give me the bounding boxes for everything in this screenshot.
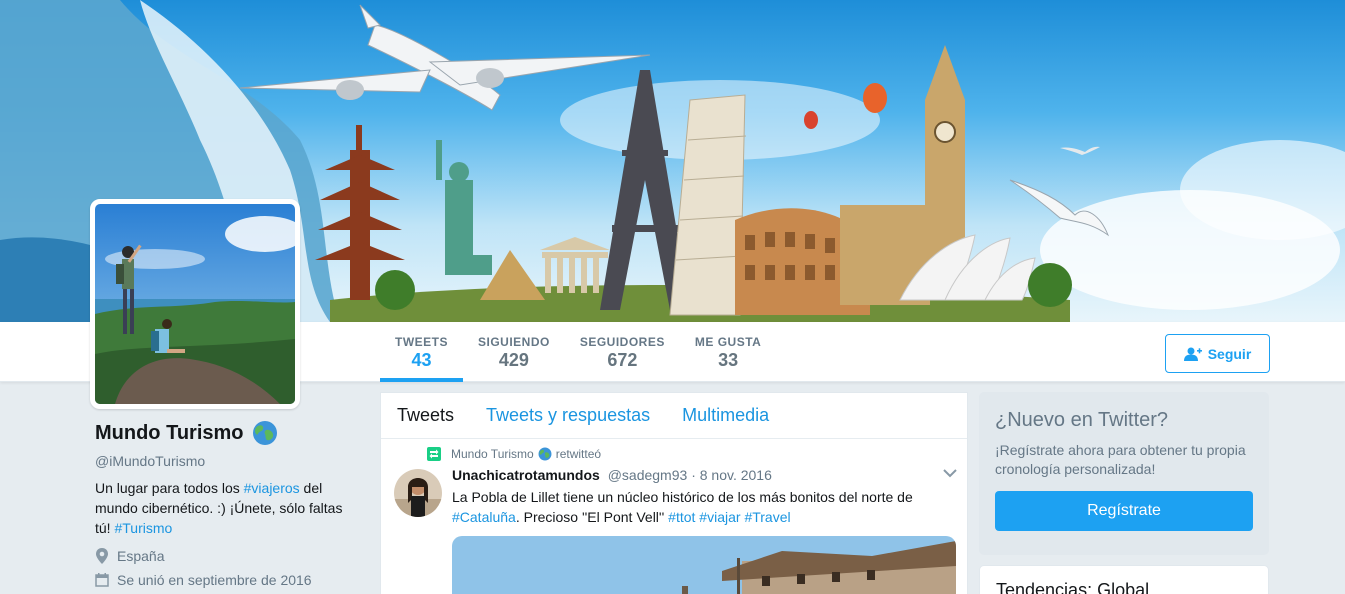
- profile-bio: Un lugar para todos los #viajeros del mu…: [95, 478, 360, 538]
- tweet-date[interactable]: 8 nov. 2016: [700, 467, 772, 483]
- stat-following[interactable]: SIGUIENDO 429: [463, 322, 565, 382]
- tweet-author-handle[interactable]: @sadegm93: [608, 467, 688, 483]
- stat-following-label: SIGUIENDO: [478, 335, 550, 349]
- stat-following-value: 429: [498, 350, 529, 370]
- profile-card: Mundo Turismo @iMundoTurismo Un lugar pa…: [95, 420, 365, 588]
- avatar-image: [95, 204, 295, 404]
- retweeter-name[interactable]: Mundo Turismo: [451, 447, 534, 461]
- stat-tweets-label: TWEETS: [395, 335, 448, 349]
- joined-text: Se unió en septiembre de 2016: [117, 572, 312, 588]
- tweet-text-prefix: La Pobla de Lillet tiene un núcleo histó…: [452, 489, 913, 505]
- tweet-photo-image: [452, 536, 956, 594]
- stat-likes[interactable]: ME GUSTA 33: [680, 322, 776, 382]
- signup-card: ¿Nuevo en Twitter? ¡Regístrate ahora par…: [979, 392, 1269, 555]
- hashtag-viajar-link[interactable]: #viajar: [699, 509, 740, 525]
- timeline: Tweets Tweets y respuestas Multimedia Mu…: [380, 392, 968, 594]
- tweet-media-photo[interactable]: [452, 536, 956, 594]
- retweet-context: Mundo Turismo retwitteó: [427, 447, 601, 461]
- profile-handle[interactable]: @iMundoTurismo: [95, 453, 365, 469]
- hashtag-cataluna-link[interactable]: #Cataluña: [452, 509, 516, 525]
- profile-joined: Se unió en septiembre de 2016: [95, 572, 365, 588]
- stat-followers-value: 672: [607, 350, 638, 370]
- retweet-suffix: retwitteó: [555, 447, 602, 461]
- author-avatar-image: [394, 469, 442, 517]
- signup-text: ¡Regístrate ahora para obtener tu propia…: [995, 442, 1246, 477]
- profile-name-row: Mundo Turismo: [95, 420, 365, 446]
- hashtag-ttot-link[interactable]: #ttot: [668, 509, 695, 525]
- follow-button-label: Seguir: [1207, 345, 1252, 362]
- tab-tweets[interactable]: Tweets: [381, 405, 470, 426]
- tweet-header: Unachicatrotamundos @sadegm93 · 8 nov. 2…: [452, 467, 772, 483]
- profile-name[interactable]: Mundo Turismo: [95, 422, 244, 445]
- stat-likes-value: 33: [718, 350, 739, 370]
- tweet-author-avatar[interactable]: [394, 469, 442, 517]
- trends-card: Tendencias: Global: [979, 565, 1269, 594]
- add-user-icon: [1183, 347, 1202, 361]
- calendar-icon: [95, 573, 109, 587]
- tweet-separator: ·: [691, 467, 700, 483]
- chevron-down-icon[interactable]: [943, 465, 957, 483]
- tab-tweets-replies[interactable]: Tweets y respuestas: [470, 405, 666, 426]
- hashtag-travel-link[interactable]: #Travel: [744, 509, 790, 525]
- location-pin-icon: [96, 548, 108, 564]
- trends-title: Tendencias: Global: [996, 580, 1150, 594]
- stat-tweets[interactable]: TWEETS 43: [380, 322, 463, 382]
- hashtag-turismo-link[interactable]: #Turismo: [114, 520, 172, 536]
- stat-tweets-value: 43: [411, 350, 432, 370]
- tweet-text-middle: . Precioso ''El Pont Vell'': [515, 509, 669, 525]
- tab-media[interactable]: Multimedia: [666, 405, 785, 426]
- signup-title: ¿Nuevo en Twitter?: [995, 409, 1169, 431]
- signup-button[interactable]: Regístrate: [995, 491, 1253, 531]
- profile-location: España: [95, 548, 365, 564]
- tweet-text: La Pobla de Lillet tiene un núcleo histó…: [452, 487, 952, 527]
- stat-followers[interactable]: SEGUIDORES 672: [565, 322, 680, 382]
- hashtag-viajeros-link[interactable]: #viajeros: [244, 480, 300, 496]
- profile-stats: TWEETS 43 SIGUIENDO 429 SEGUIDORES 672 M…: [380, 322, 776, 382]
- retweet-icon: [427, 447, 441, 461]
- stat-likes-label: ME GUSTA: [694, 335, 762, 349]
- follow-button[interactable]: Seguir: [1165, 334, 1270, 373]
- globe-emoji-icon: [252, 421, 277, 445]
- tweet-author-name[interactable]: Unachicatrotamundos: [452, 467, 600, 483]
- location-text: España: [117, 548, 165, 564]
- timeline-tabs: Tweets Tweets y respuestas Multimedia: [381, 393, 967, 439]
- stat-followers-label: SEGUIDORES: [579, 335, 665, 349]
- bio-text-prefix: Un lugar para todos los: [95, 480, 244, 496]
- profile-avatar[interactable]: [90, 199, 300, 409]
- globe-emoji-icon: [538, 447, 552, 461]
